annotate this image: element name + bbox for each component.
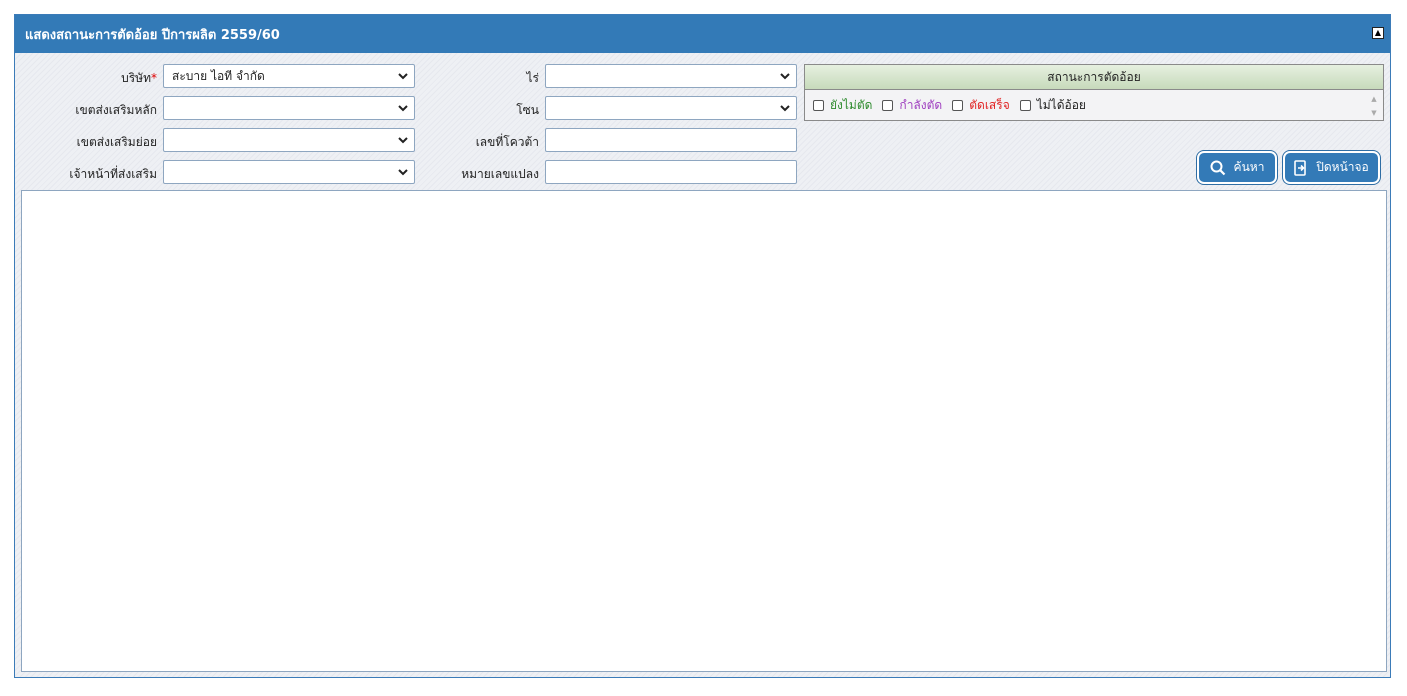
chevron-down-icon [780, 105, 790, 112]
farm-select[interactable] [545, 64, 797, 88]
officer-label: เจ้าหน้าที่ส่งเสริม [69, 167, 157, 181]
farm-label: ไร่ [526, 71, 539, 85]
status-filter-header: สถานะการตัดอ้อย [805, 65, 1383, 90]
company-select-value: สะบาย ไอที จำกัด [172, 68, 265, 83]
plot-label: หมายเลขแปลง [461, 167, 539, 181]
close-screen-button-label: ปิดหน้าจอ [1316, 160, 1369, 174]
main-zone-select[interactable] [163, 96, 415, 120]
page-title: แสดงสถานะการตัดอ้อย ปีการผลิต 2559/60 [25, 27, 280, 43]
main-zone-label: เขตส่งเสริมหลัก [75, 103, 157, 117]
search-button[interactable]: ค้นหา [1197, 151, 1277, 184]
status-panel: แสดงสถานะการตัดอ้อย ปีการผลิต 2559/60 ▲ … [14, 14, 1391, 678]
chevron-down-icon [398, 169, 408, 176]
chevron-down-icon [398, 137, 408, 144]
status-option-done: ตัดเสร็จ [969, 97, 1010, 112]
status-checkbox-not-cut[interactable] [813, 99, 824, 111]
status-checkbox-no-cane[interactable] [1019, 99, 1031, 111]
status-option-not-cut: ยังไม่ตัด [830, 97, 873, 112]
scroll-down-icon[interactable]: ▼ [1371, 109, 1376, 117]
chevron-down-icon [398, 73, 408, 80]
chevron-down-icon [398, 105, 408, 112]
status-scrollbar[interactable]: ▲ ▼ [1369, 95, 1379, 117]
close-screen-button[interactable]: ปิดหน้าจอ [1283, 151, 1380, 184]
officer-select[interactable] [163, 160, 415, 184]
quota-input[interactable] [545, 128, 797, 152]
status-option-no-cane: ไม่ได้อ้อย [1036, 97, 1086, 112]
results-area [21, 190, 1387, 672]
panel-titlebar: แสดงสถานะการตัดอ้อย ปีการผลิต 2559/60 ▲ [15, 15, 1390, 53]
status-filter-box: สถานะการตัดอ้อย ยังไม่ตัด กำลังตัด ตัดเส… [804, 64, 1384, 121]
company-select[interactable]: สะบาย ไอที จำกัด [163, 64, 415, 88]
sub-zone-label: เขตส่งเสริมย่อย [76, 135, 157, 149]
collapse-icon[interactable]: ▲ [1372, 27, 1384, 39]
scroll-up-icon[interactable]: ▲ [1371, 95, 1376, 103]
zone-label: โซน [516, 103, 539, 117]
exit-icon [1294, 159, 1307, 176]
search-icon [1210, 160, 1225, 175]
company-label: บริษัท* [121, 71, 157, 85]
plot-input[interactable] [545, 160, 797, 184]
status-option-cutting: กำลังตัด [899, 97, 943, 112]
status-options: ยังไม่ตัด กำลังตัด ตัดเสร็จ ไม่ได้อ้อย [805, 90, 1383, 120]
sub-zone-select[interactable] [163, 128, 415, 152]
status-checkbox-done[interactable] [952, 99, 964, 111]
zone-select[interactable] [545, 96, 797, 120]
chevron-down-icon [780, 73, 790, 80]
search-button-label: ค้นหา [1233, 160, 1265, 174]
status-checkbox-cutting[interactable] [882, 99, 894, 111]
quota-label: เลขที่โควต้า [475, 135, 539, 149]
